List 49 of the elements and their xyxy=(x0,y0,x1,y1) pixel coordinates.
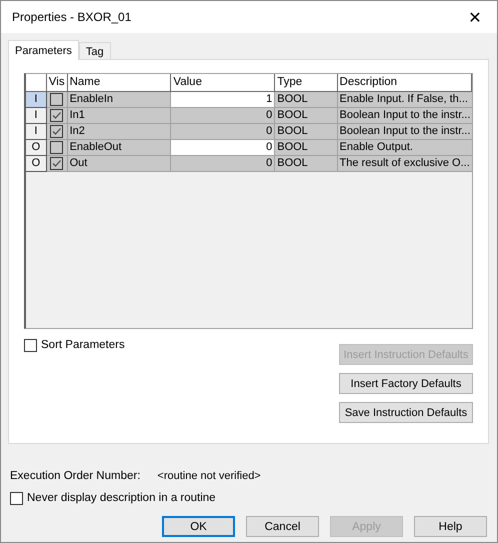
checkbox[interactable] xyxy=(50,157,64,170)
table-cell: In1 xyxy=(68,108,172,124)
close-button[interactable]: ✕ xyxy=(453,1,497,33)
row-header[interactable]: I xyxy=(26,124,47,140)
value-cell[interactable]: 0 xyxy=(171,156,276,172)
dialog-button[interactable]: OK xyxy=(162,516,235,537)
table-cell: BOOL xyxy=(275,124,338,140)
table-cell: Enable Output. xyxy=(338,140,472,156)
column-header[interactable]: Name xyxy=(68,74,172,92)
sort-parameters-checkbox[interactable]: Sort Parameters xyxy=(24,337,125,353)
table-cell: The result of exclusive O... xyxy=(338,156,472,172)
execution-order-value: <routine not verified> xyxy=(157,470,261,482)
never-display-checkbox[interactable]: Never display description in a routine xyxy=(10,490,216,506)
value-cell[interactable]: 1 xyxy=(171,92,276,108)
column-header[interactable]: Description xyxy=(338,74,472,92)
table-cell: In2 xyxy=(68,124,172,140)
checkbox[interactable] xyxy=(50,109,64,122)
value-cell[interactable]: 0 xyxy=(171,124,276,140)
dialog-button[interactable]: Cancel xyxy=(246,516,319,537)
table-cell: BOOL xyxy=(275,140,338,156)
checkbox[interactable] xyxy=(50,93,64,106)
side-button[interactable]: Save Instruction Defaults xyxy=(339,402,473,423)
row-header[interactable]: I xyxy=(26,92,47,108)
table-cell: Out xyxy=(68,156,172,172)
row-header[interactable]: I xyxy=(26,108,47,124)
table-cell: BOOL xyxy=(275,92,338,108)
tab[interactable]: Parameters xyxy=(8,40,79,60)
row-header[interactable]: O xyxy=(26,156,47,172)
table-cell: BOOL xyxy=(275,108,338,124)
dialog-button[interactable]: Help xyxy=(414,516,487,537)
row-header[interactable]: O xyxy=(26,140,47,156)
checkbox[interactable] xyxy=(50,141,64,154)
table-cell: EnableIn xyxy=(68,92,172,108)
column-header[interactable]: Type xyxy=(275,74,338,92)
table-cell: Boolean Input to the instr... xyxy=(338,108,472,124)
column-header[interactable]: Vis xyxy=(46,74,68,92)
table-cell: Enable Input. If False, th... xyxy=(338,92,472,108)
table-cell: BOOL xyxy=(275,156,338,172)
value-cell[interactable]: 0 xyxy=(171,140,276,156)
header-cell xyxy=(26,74,47,92)
column-header[interactable]: Value xyxy=(171,74,276,92)
checkbox[interactable] xyxy=(50,125,64,138)
table-cell: EnableOut xyxy=(68,140,172,156)
table-cell: Boolean Input to the instr... xyxy=(338,124,472,140)
window-title: Properties - BXOR_01 xyxy=(12,10,132,24)
execution-order-label: Execution Order Number: xyxy=(10,470,140,482)
side-button[interactable]: Insert Factory Defaults xyxy=(339,373,473,394)
tab[interactable]: Tag xyxy=(78,42,111,60)
value-cell[interactable]: 0 xyxy=(171,108,276,124)
